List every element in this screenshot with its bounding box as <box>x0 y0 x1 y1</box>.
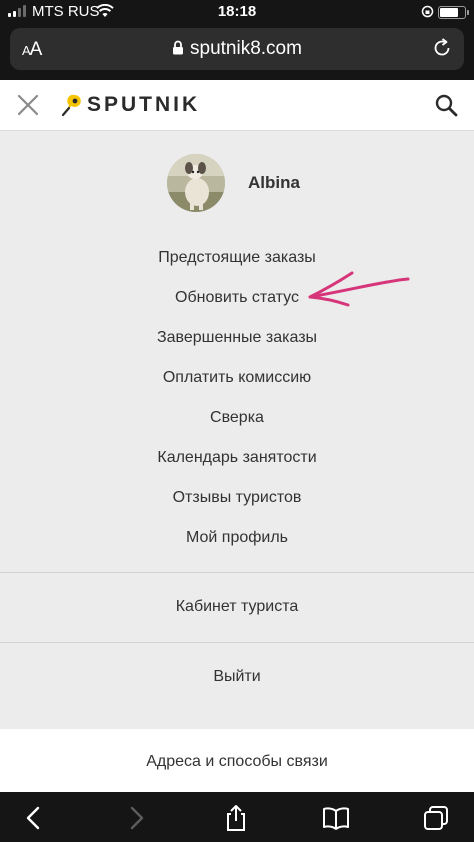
logo-text: SPUTNIK <box>87 93 201 116</box>
book-icon[interactable] <box>322 804 350 832</box>
site-header: SPUTNIK <box>0 80 474 131</box>
menu-item-reconciliation[interactable]: Сверка <box>0 398 474 438</box>
share-icon[interactable] <box>222 804 250 832</box>
browser-top-chrome: MTS RUS 18:18 AA sputnik8.com <box>0 0 474 80</box>
address-bar[interactable]: AA sputnik8.com <box>10 28 464 70</box>
contacts-link[interactable]: Адреса и способы связи <box>0 753 474 771</box>
url-text: sputnik8.com <box>190 38 302 59</box>
lock-icon <box>173 40 184 55</box>
account-menu: Предстоящие заказы Обновить статус Завер… <box>0 238 474 558</box>
reload-icon[interactable] <box>431 37 453 59</box>
browser-toolbar <box>0 792 474 842</box>
tabs-icon[interactable] <box>422 804 450 832</box>
chevron-left-icon[interactable] <box>20 804 48 832</box>
url-field[interactable]: sputnik8.com <box>10 38 464 60</box>
menu-item-completed-orders[interactable]: Завершенные заказы <box>0 318 474 358</box>
battery-icon <box>438 6 469 19</box>
menu-item-pay-commission[interactable]: Оплатить комиссию <box>0 358 474 398</box>
menu-item-update-status[interactable]: Обновить статус <box>0 278 474 318</box>
menu-divider <box>0 572 474 573</box>
close-icon[interactable] <box>16 93 40 117</box>
menu-item-availability-calendar[interactable]: Календарь занятости <box>0 438 474 478</box>
avatar[interactable] <box>167 154 225 212</box>
contacts-section: Адреса и способы связи <box>0 729 474 792</box>
username: Albina <box>248 173 300 192</box>
menu-item-upcoming-orders[interactable]: Предстоящие заказы <box>0 238 474 278</box>
menu-item-my-profile[interactable]: Мой профиль <box>0 518 474 558</box>
search-icon[interactable] <box>434 93 458 117</box>
logout-link[interactable]: Выйти <box>0 668 474 686</box>
clock: 18:18 <box>217 3 257 20</box>
orientation-lock-icon <box>421 5 434 18</box>
tourist-cabinet-link[interactable]: Кабинет туриста <box>0 598 474 616</box>
profile-block[interactable]: Albina <box>167 154 300 212</box>
menu-divider <box>0 642 474 643</box>
status-bar: MTS RUS 18:18 <box>0 0 474 24</box>
menu-item-tourist-reviews[interactable]: Отзывы туристов <box>0 478 474 518</box>
chevron-right-icon[interactable] <box>122 804 150 832</box>
sputnik-logo[interactable]: SPUTNIK <box>61 93 200 117</box>
rocket-pin-icon <box>61 94 81 117</box>
